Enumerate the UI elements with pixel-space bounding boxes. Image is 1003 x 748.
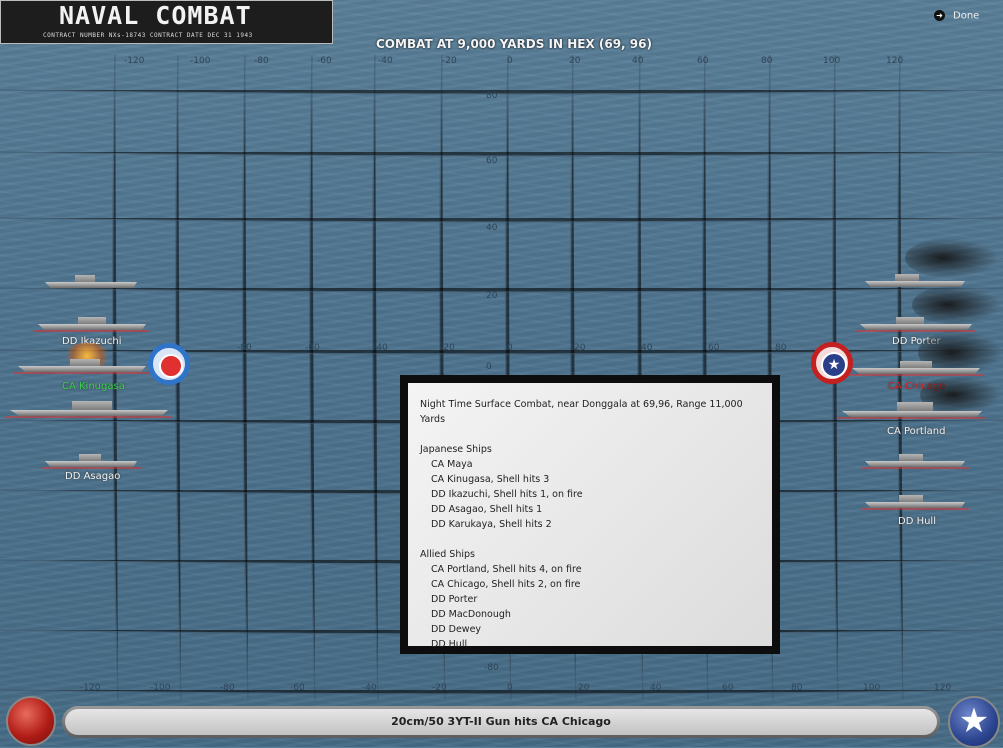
combat-title: COMBAT AT 9,000 YARDS IN HEX (69, 96)	[376, 37, 652, 51]
grid-mid-tick: -60	[305, 343, 320, 353]
list-item: DD Asagao, Shell hits 1	[431, 504, 543, 515]
grid-bottom-tick: 20	[578, 683, 590, 693]
smoke-effect	[905, 238, 1000, 278]
grid-bottom-tick: -100	[150, 683, 171, 693]
grid-top-tick: -40	[378, 56, 393, 66]
allied-side-button[interactable]: ★	[948, 696, 1000, 748]
grid-bottom-tick: 40	[650, 683, 662, 693]
grid-mid-tick: 0	[507, 343, 513, 353]
allied-ship[interactable]	[848, 361, 984, 376]
list-item: DD Hull	[431, 639, 468, 650]
japanese-target-reticle[interactable]	[148, 343, 190, 385]
list-item: DD MacDonough	[431, 609, 511, 620]
allied-ship[interactable]	[838, 402, 986, 419]
grid-bottom-tick: -20	[432, 683, 447, 693]
allied-ship[interactable]	[856, 317, 976, 332]
grid-top-tick: -20	[442, 56, 457, 66]
naval-combat-logo: NAVAL COMBAT CONTRACT NUMBER NXs-18743 C…	[0, 0, 333, 44]
grid-top-tick: -120	[124, 56, 145, 66]
allied-target-reticle[interactable]: ★	[811, 342, 853, 384]
grid-y-tick: 0	[486, 362, 492, 372]
grid-bottom-tick: 60	[722, 683, 734, 693]
grid-top-tick: 100	[823, 56, 840, 66]
ship-label-kinugasa: CA Kinugasa	[62, 381, 125, 392]
list-item: CA Maya	[431, 459, 473, 470]
list-item: DD Porter	[431, 594, 478, 605]
status-bar: 20cm/50 3YT-II Gun hits CA Chicago	[62, 706, 940, 738]
logo-title: NAVAL COMBAT	[59, 1, 252, 30]
grid-bottom-tick: 100	[863, 683, 880, 693]
list-item: CA Portland, Shell hits 4, on fire	[431, 564, 582, 575]
status-message: 20cm/50 3YT-II Gun hits CA Chicago	[65, 709, 937, 735]
japanese-ship[interactable]	[34, 317, 150, 332]
allied-ship[interactable]	[861, 454, 969, 469]
grid-top-tick: -100	[190, 56, 211, 66]
grid-bottom-tick: -120	[80, 683, 101, 693]
grid-y-tick: 40	[486, 223, 498, 233]
grid-top-tick: -60	[317, 56, 332, 66]
japanese-ship[interactable]	[6, 401, 172, 418]
grid-bottom-tick: -60	[290, 683, 305, 693]
japanese-ships-title: Japanese Ships	[420, 444, 492, 455]
allied-ships-title: Allied Ships	[420, 549, 475, 560]
grid-mid-tick: -40	[373, 343, 388, 353]
grid-y-tick: 60	[486, 156, 498, 166]
japanese-ship[interactable]	[14, 359, 150, 374]
grid-bottom-tick: -80	[220, 683, 235, 693]
star-icon: ★	[958, 701, 990, 741]
logo-subtitle: CONTRACT NUMBER NXs-18743 CONTRACT DATE …	[43, 32, 253, 39]
list-item: DD Ikazuchi, Shell hits 1, on fire	[431, 489, 583, 500]
arrow-right-icon: ➜	[934, 10, 945, 21]
japanese-ship[interactable]	[41, 454, 141, 469]
grid-bottom-tick: 120	[934, 683, 951, 693]
grid-top-tick: 40	[632, 56, 644, 66]
japanese-side-button[interactable]	[6, 696, 56, 746]
done-label: Done	[953, 10, 980, 22]
grid-mid-tick: 80	[775, 343, 787, 353]
ship-label-portland: CA Portland	[887, 426, 946, 437]
grid-bottom-tick: 0	[507, 683, 513, 693]
list-item: DD Dewey	[431, 624, 482, 635]
japanese-ship[interactable]	[45, 275, 137, 288]
grid-top-tick: 60	[697, 56, 709, 66]
grid-bottom-tick: 80	[791, 683, 803, 693]
grid-y-tick: 20	[486, 291, 498, 301]
grid-mid-tick: -20	[440, 343, 455, 353]
list-item: DD Karukaya, Shell hits 2	[431, 519, 552, 530]
grid-top-tick: 120	[886, 56, 903, 66]
star-icon: ★	[821, 352, 847, 378]
grid-top-tick: -80	[254, 56, 269, 66]
grid-top-tick: 80	[761, 56, 773, 66]
grid-top-tick: 0	[507, 56, 513, 66]
grid-mid-tick: 60	[708, 343, 720, 353]
list-item: CA Chicago, Shell hits 2, on fire	[431, 579, 581, 590]
ship-label-hull: DD Hull	[898, 516, 936, 527]
combat-report-panel: Night Time Surface Combat, near Donggala…	[400, 375, 780, 654]
list-item: CA Kinugasa, Shell hits 3	[431, 474, 550, 485]
grid-top-tick: 20	[569, 56, 581, 66]
done-button[interactable]: ➜ Done	[934, 10, 979, 22]
grid-mid-tick: 20	[574, 343, 586, 353]
grid-mid-tick: 40	[641, 343, 653, 353]
allied-ship[interactable]	[861, 495, 969, 510]
grid-y-tick-lower: -80	[484, 663, 499, 673]
grid-bottom-tick: -40	[362, 683, 377, 693]
grid-y-tick: 80	[486, 91, 498, 101]
ship-label-asagao: DD Asagao	[65, 471, 121, 482]
report-heading: Night Time Surface Combat, near Donggala…	[420, 399, 743, 425]
grid-mid-tick: -80	[237, 343, 252, 353]
